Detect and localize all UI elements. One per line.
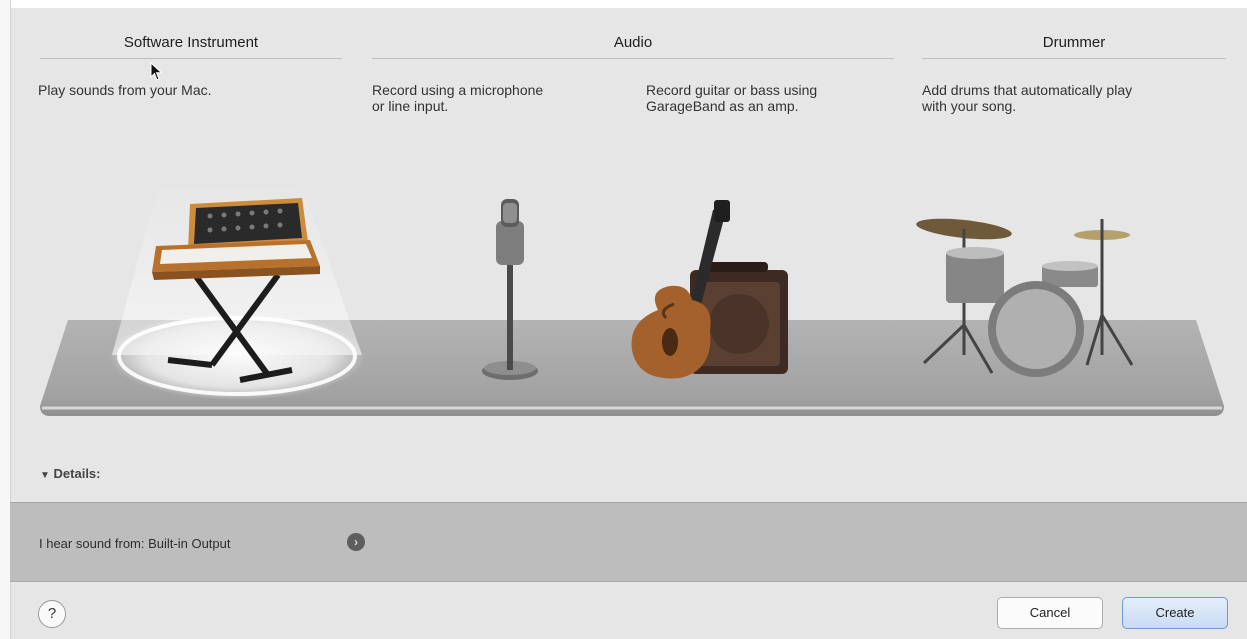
disclosure-triangle-icon: ▼ bbox=[40, 470, 50, 481]
cancel-button[interactable]: Cancel bbox=[997, 597, 1103, 629]
help-button[interactable]: ? bbox=[38, 600, 66, 628]
window-top-edge bbox=[0, 0, 1247, 8]
software-instrument-option[interactable] bbox=[100, 180, 380, 410]
sound-output-text: I hear sound from: Built-in Output bbox=[39, 536, 231, 551]
microphone-icon bbox=[482, 199, 538, 380]
microphone-description: Record using a microphone or line input. bbox=[372, 82, 544, 114]
drum-kit-icon bbox=[916, 218, 1134, 377]
details-label: Details: bbox=[53, 466, 101, 481]
drummer-header: Drummer bbox=[922, 34, 1226, 59]
create-button[interactable]: Create bbox=[1122, 597, 1228, 629]
drummer-description: Add drums that automatically play with y… bbox=[922, 82, 1133, 114]
guitar-amp-option[interactable] bbox=[618, 200, 798, 390]
mouse-pointer-icon bbox=[150, 62, 163, 81]
keyboard-synth-icon bbox=[109, 180, 365, 400]
audio-header: Audio bbox=[372, 34, 894, 59]
guitar-description: Record guitar or bass using GarageBand a… bbox=[646, 82, 818, 114]
drummer-option[interactable] bbox=[912, 205, 1152, 390]
guitar-amp-icon bbox=[631, 200, 788, 379]
info-icon[interactable]: › bbox=[347, 533, 365, 551]
software-instrument-header: Software Instrument bbox=[40, 34, 342, 59]
sound-output-bar: I hear sound from: Built-in Output › bbox=[10, 502, 1247, 582]
details-disclosure[interactable]: ▼ Details: bbox=[40, 466, 101, 481]
microphone-option[interactable] bbox=[470, 195, 550, 390]
software-instrument-description: Play sounds from your Mac. bbox=[38, 82, 212, 98]
